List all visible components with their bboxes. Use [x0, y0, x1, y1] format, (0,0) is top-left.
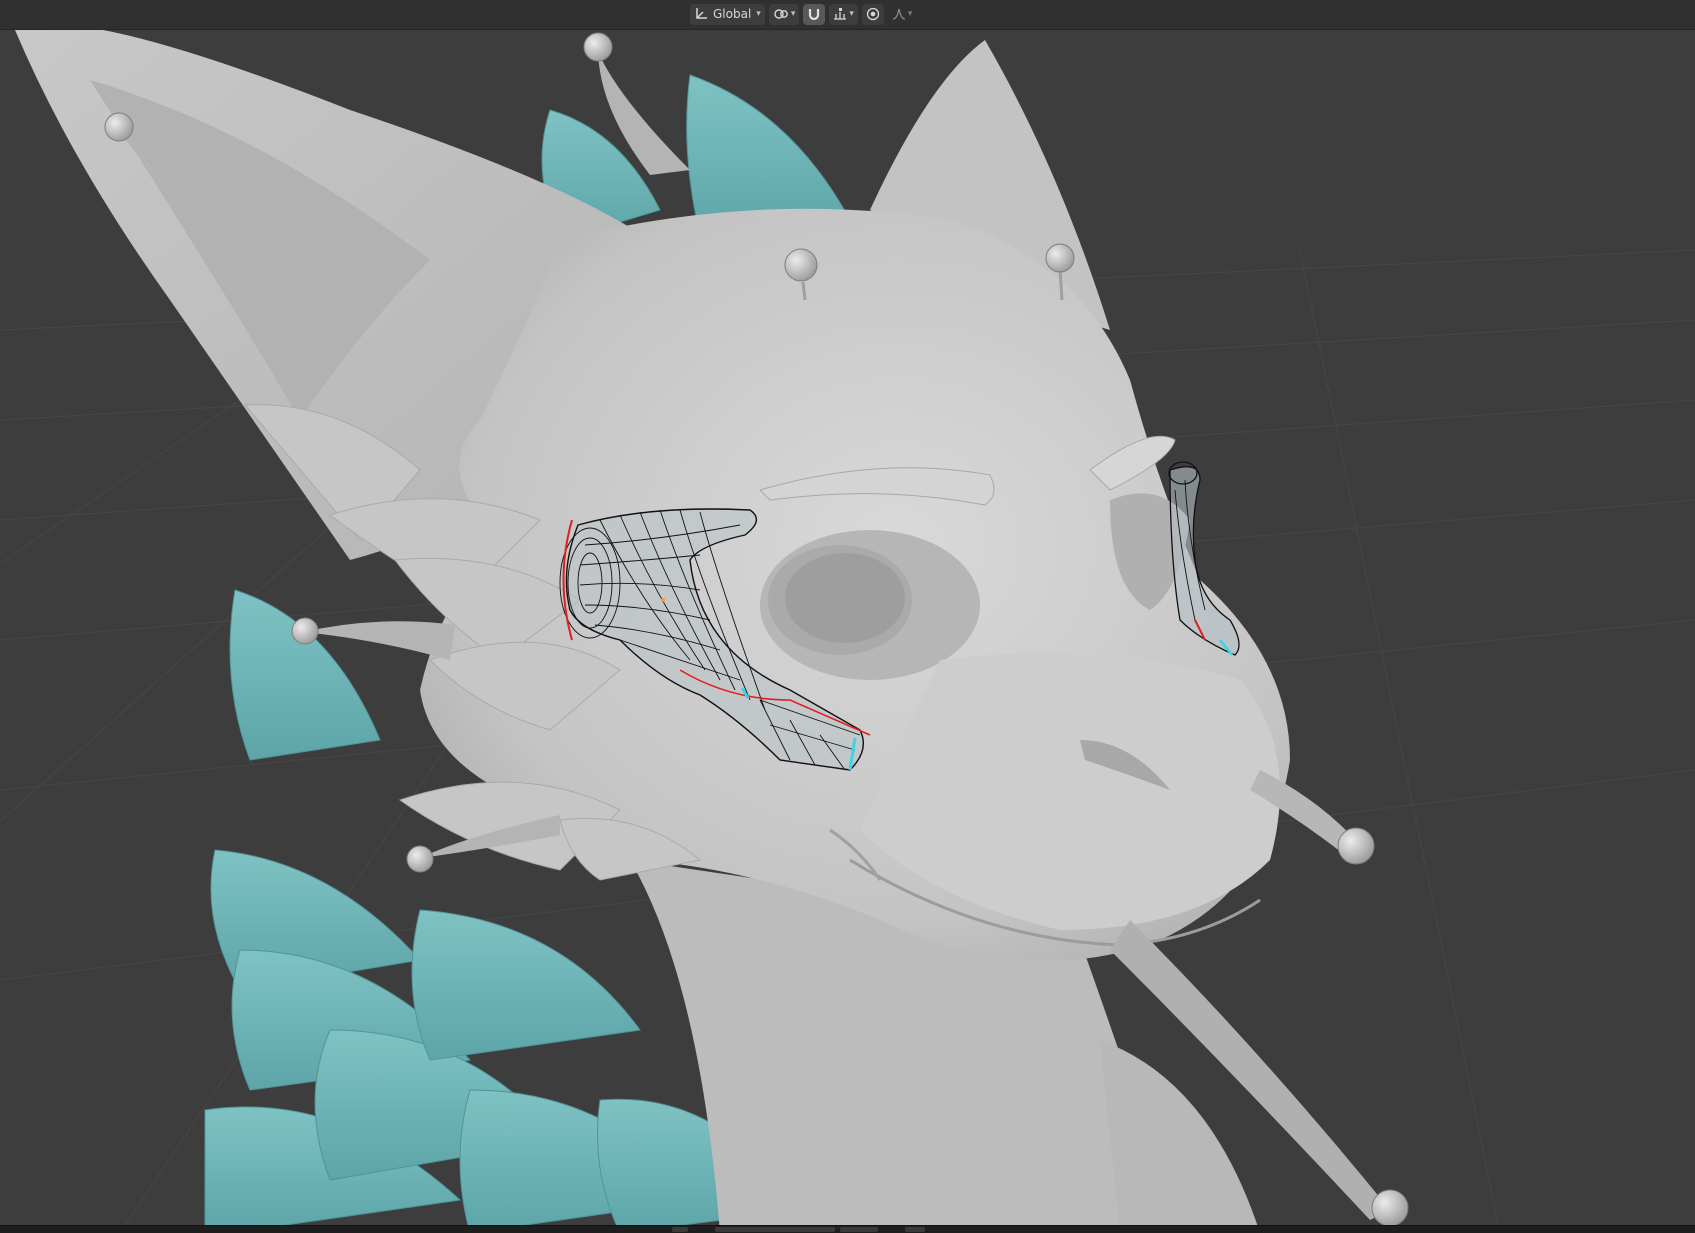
- falloff-curve-icon: [892, 7, 906, 21]
- chevron-down-icon: ▾: [849, 9, 854, 19]
- snap-target-dropdown[interactable]: ▾: [829, 3, 858, 25]
- snap-increment-icon: [833, 7, 847, 21]
- transform-orientation-label: Global: [713, 7, 752, 21]
- status-bar-tab[interactable]: [672, 1227, 688, 1232]
- header-tool-group: Global ▾ ▾ ▾ ▾: [690, 3, 916, 25]
- snap-toggle[interactable]: [803, 3, 826, 25]
- pivot-point-dropdown[interactable]: ▾: [768, 3, 800, 25]
- status-bar-tab[interactable]: [905, 1227, 925, 1232]
- 3d-viewport[interactable]: Global ▾ ▾ ▾ ▾: [0, 0, 1695, 1233]
- transform-orientation-dropdown[interactable]: Global ▾: [690, 3, 765, 25]
- chevron-down-icon: ▾: [790, 9, 796, 19]
- chevron-down-icon: ▾: [907, 9, 913, 19]
- status-bar-tab[interactable]: [840, 1227, 878, 1232]
- status-bar: [0, 1225, 1695, 1233]
- proportional-editing-toggle[interactable]: [861, 3, 884, 25]
- viewport-header: Global ▾ ▾ ▾ ▾: [0, 0, 1695, 30]
- falloff-dropdown[interactable]: ▾: [888, 4, 917, 25]
- snap-magnet-icon: [807, 7, 821, 21]
- eye-socket-left: [760, 530, 980, 680]
- chevron-down-icon: ▾: [756, 9, 761, 19]
- viewport-scene[interactable]: [0, 0, 1695, 1233]
- transform-orientation-icon: [694, 7, 708, 21]
- status-bar-tab[interactable]: [715, 1227, 835, 1232]
- proportional-editing-icon: [866, 7, 880, 21]
- pivot-point-icon: [773, 7, 789, 21]
